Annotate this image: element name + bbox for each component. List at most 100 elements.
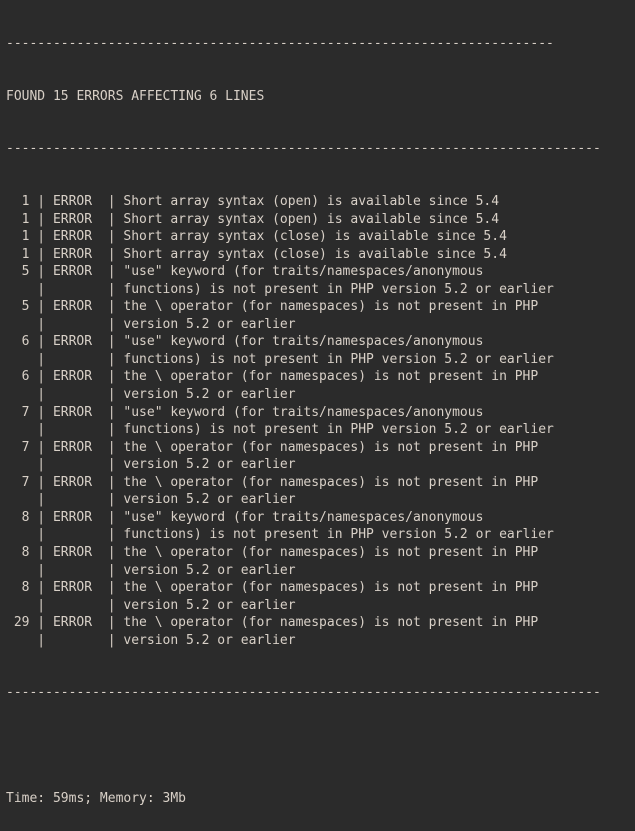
separator: | xyxy=(29,333,52,351)
error-message: "use" keyword (for traits/namespaces/ano… xyxy=(123,404,629,422)
table-row: 7 | ERROR| the \ operator (for namespace… xyxy=(6,474,629,492)
line-number xyxy=(6,316,29,334)
separator: | xyxy=(108,228,124,246)
table-row: 8 | ERROR| the \ operator (for namespace… xyxy=(6,544,629,562)
severity-tag: ERROR xyxy=(53,544,108,562)
divider: ----------------------------------------… xyxy=(6,684,629,702)
separator: | xyxy=(29,439,52,457)
table-row: 8 | ERROR| the \ operator (for namespace… xyxy=(6,579,629,597)
severity-tag: ERROR xyxy=(53,263,108,281)
table-row: 6 | ERROR| the \ operator (for namespace… xyxy=(6,368,629,386)
table-row: 29 | ERROR| the \ operator (for namespac… xyxy=(6,614,629,632)
severity-tag xyxy=(53,526,108,544)
error-message: the \ operator (for namespaces) is not p… xyxy=(123,368,629,386)
severity-tag xyxy=(53,491,108,509)
line-number: 29 xyxy=(6,614,29,632)
separator: | xyxy=(108,632,124,650)
separator: | xyxy=(108,281,124,299)
separator: | xyxy=(29,491,52,509)
line-number xyxy=(6,526,29,544)
separator: | xyxy=(108,439,124,457)
severity-tag xyxy=(53,456,108,474)
separator: | xyxy=(108,597,124,615)
line-number: 6 xyxy=(6,333,29,351)
severity-tag: ERROR xyxy=(53,333,108,351)
table-row: | | version 5.2 or earlier xyxy=(6,597,629,615)
separator: | xyxy=(108,333,124,351)
separator: | xyxy=(29,562,52,580)
separator: | xyxy=(108,491,124,509)
line-number: 8 xyxy=(6,509,29,527)
separator: | xyxy=(108,421,124,439)
separator: | xyxy=(29,386,52,404)
separator: | xyxy=(29,211,52,229)
separator: | xyxy=(29,368,52,386)
divider: ----------------------------------------… xyxy=(6,140,629,158)
line-number: 5 xyxy=(6,263,29,281)
separator: | xyxy=(29,421,52,439)
separator: | xyxy=(29,544,52,562)
error-message: "use" keyword (for traits/namespaces/ano… xyxy=(123,333,629,351)
error-message: functions) is not present in PHP version… xyxy=(123,281,629,299)
error-summary-header: FOUND 15 ERRORS AFFECTING 6 LINES xyxy=(6,88,629,106)
separator: | xyxy=(108,351,124,369)
separator: | xyxy=(29,474,52,492)
table-row: 5 | ERROR| the \ operator (for namespace… xyxy=(6,298,629,316)
error-message: the \ operator (for namespaces) is not p… xyxy=(123,614,629,632)
error-message: "use" keyword (for traits/namespaces/ano… xyxy=(123,263,629,281)
error-message: functions) is not present in PHP version… xyxy=(123,421,629,439)
line-number xyxy=(6,632,29,650)
error-message: the \ operator (for namespaces) is not p… xyxy=(123,439,629,457)
separator: | xyxy=(108,456,124,474)
separator: | xyxy=(108,562,124,580)
separator: | xyxy=(29,193,52,211)
table-row: | | functions) is not present in PHP ver… xyxy=(6,281,629,299)
blank-line xyxy=(6,737,629,755)
error-message: Short array syntax (close) is available … xyxy=(123,246,629,264)
error-message: version 5.2 or earlier xyxy=(123,316,629,334)
severity-tag: ERROR xyxy=(53,246,108,264)
severity-tag: ERROR xyxy=(53,368,108,386)
error-message: version 5.2 or earlier xyxy=(123,597,629,615)
severity-tag: ERROR xyxy=(53,439,108,457)
separator: | xyxy=(29,246,52,264)
separator: | xyxy=(29,456,52,474)
table-row: 1 | ERROR| Short array syntax (open) is … xyxy=(6,193,629,211)
separator: | xyxy=(29,614,52,632)
error-message: Short array syntax (open) is available s… xyxy=(123,193,629,211)
separator: | xyxy=(108,474,124,492)
line-number: 1 xyxy=(6,211,29,229)
separator: | xyxy=(29,228,52,246)
separator: | xyxy=(108,316,124,334)
table-row: 1 | ERROR| Short array syntax (close) is… xyxy=(6,228,629,246)
separator: | xyxy=(29,298,52,316)
line-number: 1 xyxy=(6,193,29,211)
error-message: the \ operator (for namespaces) is not p… xyxy=(123,474,629,492)
error-message: version 5.2 or earlier xyxy=(123,562,629,580)
table-row: 6 | ERROR| "use" keyword (for traits/nam… xyxy=(6,333,629,351)
separator: | xyxy=(29,632,52,650)
footer-stats: Time: 59ms; Memory: 3Mb xyxy=(6,790,629,808)
separator: | xyxy=(29,579,52,597)
line-number: 7 xyxy=(6,474,29,492)
error-message: functions) is not present in PHP version… xyxy=(123,351,629,369)
table-row: | | version 5.2 or earlier xyxy=(6,632,629,650)
error-message: version 5.2 or earlier xyxy=(123,456,629,474)
separator: | xyxy=(108,579,124,597)
table-row: | | version 5.2 or earlier xyxy=(6,562,629,580)
severity-tag xyxy=(53,632,108,650)
line-number xyxy=(6,597,29,615)
line-number xyxy=(6,386,29,404)
error-message: Short array syntax (open) is available s… xyxy=(123,211,629,229)
line-number: 6 xyxy=(6,368,29,386)
table-row: 7 | ERROR| the \ operator (for namespace… xyxy=(6,439,629,457)
severity-tag xyxy=(53,316,108,334)
table-row: 8 | ERROR| "use" keyword (for traits/nam… xyxy=(6,509,629,527)
line-number xyxy=(6,456,29,474)
error-message: functions) is not present in PHP version… xyxy=(123,526,629,544)
separator: | xyxy=(29,509,52,527)
separator: | xyxy=(108,509,124,527)
separator: | xyxy=(108,404,124,422)
separator: | xyxy=(29,351,52,369)
separator: | xyxy=(108,526,124,544)
